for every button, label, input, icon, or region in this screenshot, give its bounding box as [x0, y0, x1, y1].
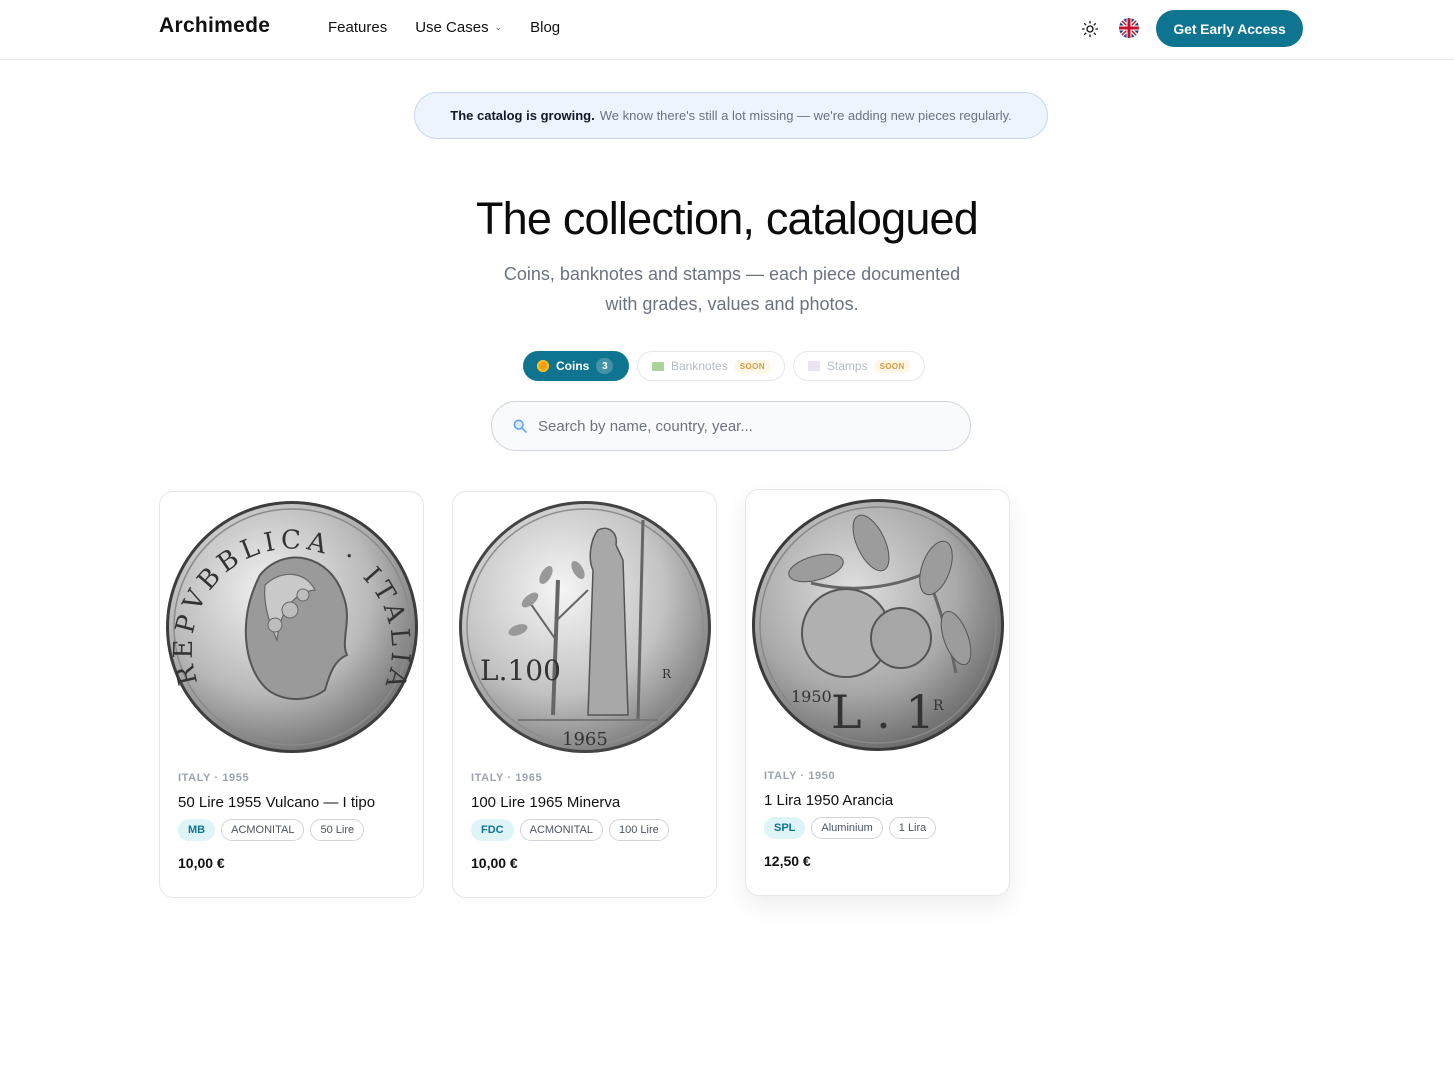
- tab-coins[interactable]: Coins 3: [523, 351, 629, 381]
- uk-flag-icon: [1119, 18, 1139, 38]
- page-subtitle: Coins, banknotes and stamps — each piece…: [467, 259, 997, 319]
- card-details: ITALY · 1965 100 Lire 1965 Minerva FDC A…: [471, 772, 701, 871]
- nav-blog[interactable]: Blog: [530, 19, 560, 36]
- search-icon: [513, 419, 527, 433]
- tab-coins-count: 3: [596, 358, 614, 374]
- card-tags: SPL Aluminium 1 Lira: [764, 817, 994, 839]
- svg-text:1950: 1950: [791, 687, 832, 706]
- subtitle-line-1: Coins, banknotes and stamps — each piece…: [503, 264, 961, 284]
- nav-use-cases-label: Use Cases: [415, 19, 489, 36]
- card-meta: ITALY · 1955: [178, 772, 250, 784]
- coin-image: REPVBBLICA · ITALIANA: [151, 477, 419, 754]
- svg-text:R: R: [662, 667, 672, 681]
- sun-icon: [1081, 20, 1099, 38]
- tab-coins-label: Coins: [556, 359, 590, 373]
- language-button[interactable]: [1119, 18, 1139, 38]
- grade-badge: SPL: [764, 817, 806, 839]
- card-title: 50 Lire 1955 Vulcano — I tipo: [178, 794, 376, 811]
- tab-stamps[interactable]: Stamps SOON: [792, 351, 925, 381]
- svg-text:L . 1: L . 1: [831, 685, 935, 739]
- material-tag: ACMONITAL: [221, 819, 305, 841]
- card-title: 100 Lire 1965 Minerva: [471, 794, 621, 811]
- coin-card[interactable]: 1950 L . 1 R ITALY · 1950 1 Lira 1950 Ar…: [745, 489, 1010, 896]
- banknote-icon: [652, 361, 664, 371]
- card-price: 12,50 €: [764, 853, 811, 869]
- get-early-access-button[interactable]: Get Early Access: [1156, 10, 1303, 47]
- page-title: The collection, catalogued: [475, 193, 979, 244]
- soon-badge: SOON: [874, 359, 910, 373]
- grade-badge: FDC: [471, 819, 514, 841]
- denomination-tag: 100 Lire: [608, 819, 669, 841]
- coin-image: L.100 R 1965: [458, 500, 712, 754]
- card-details: ITALY · 1950 1 Lira 1950 Arancia SPL Alu…: [764, 770, 994, 869]
- card-price: 10,00 €: [178, 855, 225, 871]
- coin-card[interactable]: L.100 R 1965 ITALY · 1965 100 Lire 1965 …: [452, 491, 717, 898]
- tab-banknotes[interactable]: Banknotes SOON: [637, 351, 785, 381]
- card-details: ITALY · 1955 50 Lire 1955 Vulcano — I ti…: [178, 772, 408, 871]
- theme-toggle-button[interactable]: [1078, 17, 1102, 41]
- tab-banknotes-label: Banknotes: [671, 359, 728, 373]
- category-tabs: Coins 3 Banknotes SOON Stamps SOON: [523, 351, 925, 381]
- stamp-icon: [807, 361, 820, 371]
- card-tags: MB ACMONITAL 50 Lire: [178, 819, 408, 841]
- soon-badge: SOON: [734, 359, 770, 373]
- site-header: Archimede Features Use Cases ⌄ Blog Get …: [0, 0, 1454, 60]
- card-title: 1 Lira 1950 Arancia: [764, 792, 894, 809]
- coin-card[interactable]: REPVBBLICA · ITALIANA ITALY · 1955 50 Li…: [151, 477, 424, 898]
- card-tags: FDC ACMONITAL 100 Lire: [471, 819, 701, 841]
- grade-badge: MB: [178, 819, 216, 841]
- main-nav: Features Use Cases ⌄ Blog: [328, 19, 560, 36]
- svg-text:L.100: L.100: [480, 654, 561, 687]
- tab-stamps-label: Stamps: [826, 359, 868, 373]
- card-meta: ITALY · 1965: [471, 772, 543, 784]
- card-price: 10,00 €: [471, 855, 518, 871]
- card-meta: ITALY · 1950: [764, 770, 836, 782]
- material-tag: Aluminium: [811, 817, 883, 839]
- logo[interactable]: Archimede: [159, 14, 270, 38]
- denomination-tag: 50 Lire: [310, 819, 365, 841]
- material-tag: ACMONITAL: [519, 819, 603, 841]
- nav-features[interactable]: Features: [328, 19, 387, 36]
- nav-use-cases[interactable]: Use Cases ⌄: [415, 19, 502, 36]
- search-bar: [491, 401, 971, 451]
- denomination-tag: 1 Lira: [888, 817, 937, 839]
- svg-text:1965: 1965: [562, 729, 608, 750]
- coin-image: 1950 L . 1 R: [751, 498, 1005, 752]
- notice-text: We know there's still a lot missing — we…: [599, 108, 1012, 123]
- catalog-notice-banner: The catalog is growing. We know there's …: [414, 92, 1048, 139]
- coin-icon: [537, 360, 549, 372]
- subtitle-line-2: with grades, values and photos.: [605, 294, 859, 314]
- notice-title: The catalog is growing.: [450, 108, 595, 123]
- search-input[interactable]: [538, 417, 938, 435]
- svg-text:R: R: [933, 698, 944, 714]
- chevron-down-icon: ⌄: [494, 22, 503, 32]
